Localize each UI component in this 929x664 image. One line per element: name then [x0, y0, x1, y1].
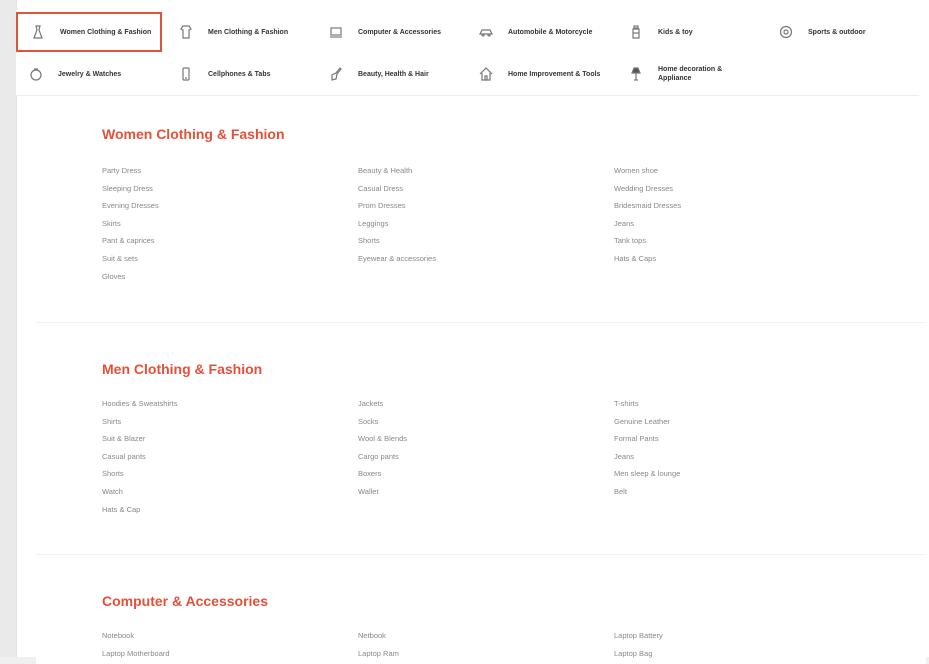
subcategory-column: Hoodies & Sweatshirts Shirts Suit & Blaz… — [102, 395, 177, 518]
category-label: Beauty, Health & Hair — [358, 70, 429, 78]
subcategory-link[interactable]: Belt — [614, 483, 680, 501]
subcategory-link[interactable]: Eyewear & accessories — [358, 250, 436, 268]
subcategory-link[interactable]: Pant & caprices — [102, 232, 159, 250]
category-nav-row-2: Jewelry & Watches Cellphones & Tabs Beau… — [16, 54, 919, 94]
category-home-improvement-tools[interactable]: Home Improvement & Tools — [466, 54, 612, 94]
subcategory-link[interactable]: Jeans — [614, 215, 681, 233]
subcategory-link[interactable]: Laptop Motherboard — [102, 645, 170, 663]
subcategory-link[interactable]: Leggings — [358, 215, 436, 233]
subcategory-link[interactable]: T-shirts — [614, 395, 680, 413]
house-icon — [478, 66, 494, 82]
category-section-women: Women Clothing & Fashion Party Dress Sle… — [36, 100, 926, 322]
subcategory-link[interactable]: Watch — [102, 483, 177, 501]
car-icon — [478, 24, 494, 40]
category-jewelry-watches[interactable]: Jewelry & Watches — [16, 54, 162, 94]
subcategory-link[interactable]: Skirts — [102, 215, 159, 233]
left-gutter — [0, 0, 16, 657]
category-label: Automobile & Motorcycle — [508, 28, 593, 36]
subcategory-link[interactable]: Casual Dress — [358, 180, 436, 198]
subcategory-link[interactable]: Beauty & Health — [358, 162, 436, 180]
subcategory-link[interactable]: Women shoe — [614, 162, 681, 180]
subcategory-link[interactable]: Wallet — [358, 483, 407, 501]
subcategory-link[interactable]: Netbook — [358, 627, 399, 645]
category-label: Cellphones & Tabs — [208, 70, 271, 78]
subcategory-link[interactable]: Jackets — [358, 395, 407, 413]
category-section-men: Men Clothing & Fashion Hoodies & Sweatsh… — [36, 322, 926, 554]
subcategory-link[interactable]: Jeans — [614, 448, 680, 466]
category-women-clothing[interactable]: Women Clothing & Fashion — [16, 12, 162, 52]
category-label: Kids & toy — [658, 28, 693, 36]
subcategory-column: Women shoe Wedding Dresses Bridesmaid Dr… — [614, 162, 681, 268]
category-beauty-health-hair[interactable]: Beauty, Health & Hair — [316, 54, 462, 94]
subcategory-link[interactable]: Wedding Dresses — [614, 180, 681, 198]
subcategory-column: Party Dress Sleeping Dress Evening Dress… — [102, 162, 159, 285]
lamp-icon — [628, 66, 644, 82]
ball-icon — [778, 24, 794, 40]
category-label: Jewelry & Watches — [58, 70, 122, 78]
category-sports-outdoor[interactable]: Sports & outdoor — [766, 12, 912, 52]
subcategory-link[interactable]: Formal Pants — [614, 430, 680, 448]
subcategory-link[interactable]: Cargo pants — [358, 448, 407, 466]
category-label: Home decoration & Appliance — [658, 66, 723, 82]
subcategory-link[interactable]: Shirts — [102, 413, 177, 431]
subcategory-link[interactable]: Laptop Ram — [358, 645, 399, 663]
category-label: Women Clothing & Fashion — [60, 28, 152, 36]
subcategory-link[interactable]: Bridesmaid Dresses — [614, 197, 681, 215]
dress-icon — [30, 24, 46, 40]
category-label: Computer & Accessories — [358, 28, 441, 36]
section-title: Men Clothing & Fashion — [102, 361, 263, 377]
subcategory-link[interactable]: Gloves — [102, 268, 159, 286]
subcategory-column: Beauty & Health Casual Dress Prom Dresse… — [358, 162, 436, 268]
category-home-decoration-appliance[interactable]: Home decoration & Appliance — [616, 54, 762, 94]
shirt-icon — [178, 24, 194, 40]
subcategory-link[interactable]: Casual pants — [102, 448, 177, 466]
category-label: Sports & outdoor — [808, 28, 866, 36]
section-title: Computer & Accessories — [102, 593, 268, 609]
subcategory-link[interactable]: Evening Dresses — [102, 197, 159, 215]
subcategory-link[interactable]: Sleeping Dress — [102, 180, 159, 198]
subcategory-link[interactable]: Shorts — [358, 232, 436, 250]
subcategory-link[interactable]: Wool & Blends — [358, 430, 407, 448]
bottle-icon — [628, 24, 644, 40]
brush-icon — [328, 66, 344, 82]
category-men-clothing[interactable]: Men Clothing & Fashion — [166, 12, 312, 52]
subcategory-link[interactable]: Hoodies & Sweatshirts — [102, 395, 177, 413]
category-kids-toy[interactable]: Kids & toy — [616, 12, 762, 52]
subcategory-link[interactable]: Hats & Caps — [614, 250, 681, 268]
category-automobile-motorcycle[interactable]: Automobile & Motorcycle — [466, 12, 612, 52]
subcategory-link[interactable]: Hats & Cap — [102, 501, 177, 519]
category-nav-row-1: Women Clothing & Fashion Men Clothing & … — [16, 12, 919, 52]
subcategory-link[interactable]: Boxers — [358, 465, 407, 483]
section-title: Women Clothing & Fashion — [102, 126, 285, 142]
subcategory-link[interactable]: Socks — [358, 413, 407, 431]
category-nav: Women Clothing & Fashion Men Clothing & … — [16, 10, 919, 96]
subcategory-link[interactable]: Laptop Bag — [614, 645, 663, 663]
category-cellphones-tabs[interactable]: Cellphones & Tabs — [166, 54, 312, 94]
subcategory-link[interactable]: Laptop Battery — [614, 627, 663, 645]
category-label: Home Improvement & Tools — [508, 70, 601, 78]
subcategory-link[interactable]: Tank tops — [614, 232, 681, 250]
subcategory-link[interactable]: Shorts — [102, 465, 177, 483]
phone-icon — [178, 66, 194, 82]
subcategory-link[interactable]: Suit & sets — [102, 250, 159, 268]
ring-icon — [28, 66, 44, 82]
subcategory-column: T-shirts Genuine Leather Formal Pants Je… — [614, 395, 680, 501]
subcategory-column: Jackets Socks Wool & Blends Cargo pants … — [358, 395, 407, 501]
subcategory-link[interactable]: Genuine Leather — [614, 413, 680, 431]
subcategory-link[interactable]: Party Dress — [102, 162, 159, 180]
category-section-computer: Computer & Accessories Notebook Laptop M… — [36, 554, 926, 664]
subcategory-link[interactable]: Suit & Blazer — [102, 430, 177, 448]
subcategory-link[interactable]: Prom Dresses — [358, 197, 436, 215]
subcategory-link[interactable]: Notebook — [102, 627, 170, 645]
page: Women Clothing & Fashion Men Clothing & … — [0, 0, 929, 664]
category-label: Men Clothing & Fashion — [208, 28, 289, 36]
category-computer-accessories[interactable]: Computer & Accessories — [316, 12, 462, 52]
subcategory-link[interactable]: Men sleep & lounge — [614, 465, 680, 483]
laptop-icon — [328, 24, 344, 40]
